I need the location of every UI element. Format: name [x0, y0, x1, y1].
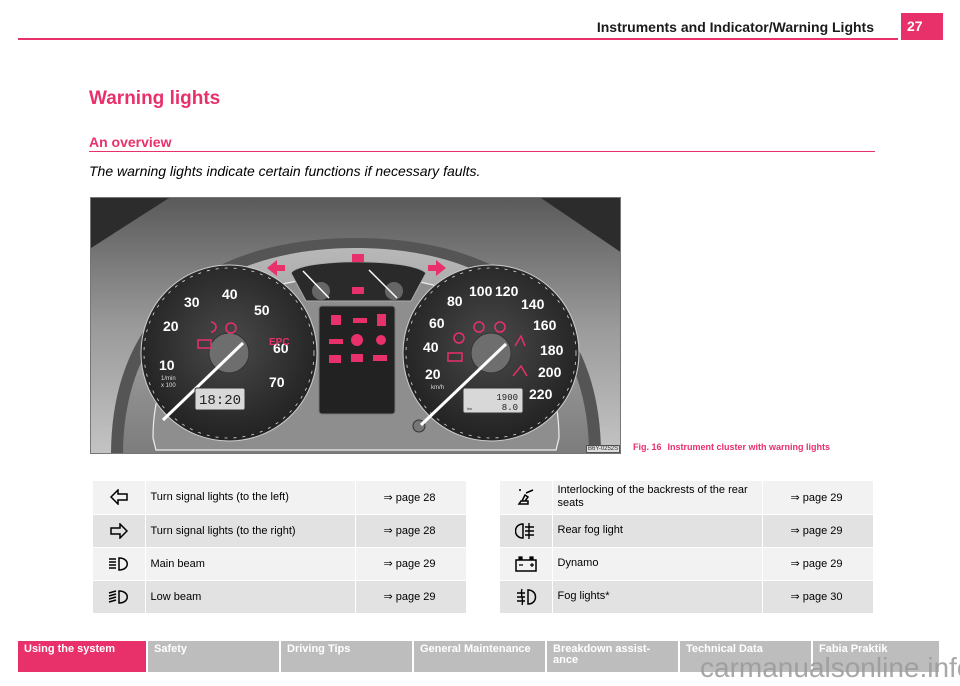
- section-heading: An overview: [89, 134, 172, 150]
- row-label: Low beam: [145, 580, 356, 613]
- speed-tick: 200: [538, 364, 562, 380]
- header-rule: [18, 38, 898, 40]
- row-label: Fog lights*: [552, 580, 763, 613]
- odometer-display: 1900: [496, 393, 518, 403]
- speed-tick: 40: [423, 339, 439, 355]
- turn-left-icon: [93, 481, 146, 514]
- tach-tick: 30: [184, 294, 200, 310]
- trip-unit: km: [467, 407, 472, 412]
- speed-tick: 120: [495, 283, 519, 299]
- warning-lights-table-right: Interlocking of the backrests of the rea…: [500, 481, 874, 614]
- header-title: Instruments and Indicator/Warning Lights: [596, 19, 874, 35]
- speed-tick: 60: [429, 315, 445, 331]
- tach-unit: 1/min: [161, 376, 176, 382]
- speed-tick: 80: [447, 293, 463, 309]
- nav-tab-general-maintenance[interactable]: General Maintenance: [414, 641, 545, 672]
- table-row: Main beam ⇒ page 29: [93, 547, 467, 580]
- table-row: Fog lights* ⇒ page 30: [500, 580, 874, 613]
- main-beam-icon: [93, 547, 146, 580]
- fog-light-icon: [500, 580, 553, 613]
- speed-tick: 100: [469, 283, 493, 299]
- battery-icon: [500, 547, 553, 580]
- tach-tick: 40: [222, 286, 238, 302]
- page-reference-link[interactable]: ⇒ page 29: [355, 580, 467, 613]
- section-rule: [89, 151, 875, 152]
- page-reference-link[interactable]: ⇒ page 29: [762, 514, 874, 547]
- figure-caption: Fig. 16 Instrument cluster with warning l…: [633, 442, 836, 452]
- table-row: Low beam ⇒ page 29: [93, 580, 467, 613]
- instrument-cluster-figure: 18:20 10 20 30 40 50 60 70 1/min x 100 E…: [90, 197, 621, 454]
- figure-label: Fig. 16: [633, 442, 662, 452]
- epc-warning-light: EPC: [269, 337, 290, 348]
- tach-scale: x 100: [161, 383, 176, 389]
- tach-tick: 20: [163, 318, 179, 334]
- speed-tick: 140: [521, 296, 545, 312]
- table-row: Interlocking of the backrests of the rea…: [500, 481, 874, 514]
- row-label: Rear fog light: [552, 514, 763, 547]
- page-reference-link[interactable]: ⇒ page 28: [355, 481, 467, 514]
- turn-right-icon: [93, 514, 146, 547]
- nav-tab-breakdown-assistance[interactable]: Breakdown assist- ance: [547, 641, 678, 672]
- row-label: Dynamo: [552, 547, 763, 580]
- table-row: Dynamo ⇒ page 29: [500, 547, 874, 580]
- low-beam-icon: [93, 580, 146, 613]
- row-label: Turn signal lights (to the left): [145, 481, 356, 514]
- page-reference-link[interactable]: ⇒ page 30: [762, 580, 874, 613]
- tach-tick: 50: [254, 302, 270, 318]
- speed-tick: 160: [533, 317, 557, 333]
- page-title: Warning lights: [89, 88, 221, 109]
- seat-backrest-icon: [500, 481, 553, 514]
- page-reference-link[interactable]: ⇒ page 29: [762, 481, 874, 514]
- page-reference-link[interactable]: ⇒ page 29: [762, 547, 874, 580]
- speed-tick: 20: [425, 366, 441, 382]
- instrument-cluster-illustration: 18:20 10 20 30 40 50 60 70 1/min x 100 E…: [91, 198, 620, 453]
- nav-tab-driving-tips[interactable]: Driving Tips: [281, 641, 412, 672]
- trip-display: 8.0: [502, 403, 518, 413]
- speed-tick: 220: [529, 386, 553, 402]
- nav-tab-safety[interactable]: Safety: [148, 641, 279, 672]
- table-row: Turn signal lights (to the left) ⇒ page …: [93, 481, 467, 514]
- page-number: 27: [901, 13, 943, 40]
- row-label: Turn signal lights (to the right): [145, 514, 356, 547]
- nav-tab-using-the-system[interactable]: Using the system: [18, 641, 146, 672]
- row-label: Interlocking of the backrests of the rea…: [552, 481, 763, 514]
- warning-lights-table-left: Turn signal lights (to the left) ⇒ page …: [93, 481, 467, 614]
- tach-tick: 70: [269, 374, 285, 390]
- speed-unit: km/h: [431, 385, 444, 391]
- tach-tick: 10: [159, 357, 175, 373]
- intro-text: The warning lights indicate certain func…: [89, 163, 481, 179]
- table-row: Turn signal lights (to the right) ⇒ page…: [93, 514, 467, 547]
- clock-display: 18:20: [199, 393, 241, 409]
- figure-code: B6Y-0252S: [586, 445, 621, 453]
- row-label: Main beam: [145, 547, 356, 580]
- watermark: carmanualsonline.info: [700, 652, 960, 683]
- page-reference-link[interactable]: ⇒ page 29: [355, 547, 467, 580]
- speed-tick: 180: [540, 342, 564, 358]
- figure-caption-text: Instrument cluster with warning lights: [667, 442, 831, 452]
- table-row: Rear fog light ⇒ page 29: [500, 514, 874, 547]
- page-reference-link[interactable]: ⇒ page 28: [355, 514, 467, 547]
- rear-fog-light-icon: [500, 514, 553, 547]
